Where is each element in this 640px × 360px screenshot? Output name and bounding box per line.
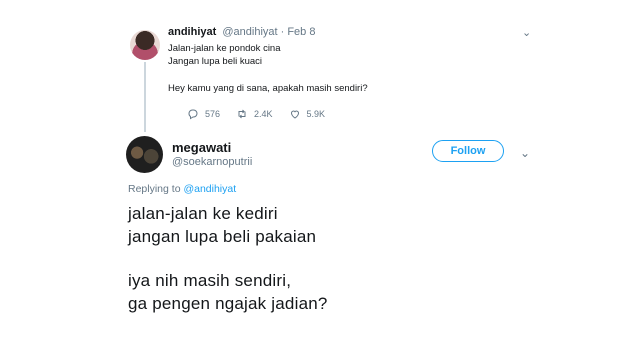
parent-tweet-header: andihiyat @andihiyat · Feb 8 — [168, 26, 315, 38]
parent-text-line-2: Jangan lupa beli kuaci — [168, 56, 263, 67]
replying-mention-link[interactable]: @andihiyat — [183, 183, 236, 195]
reply-action[interactable]: 576 — [187, 108, 220, 120]
reply-text-line-4: ga pengen ngajak jadian? — [128, 294, 328, 313]
chevron-down-icon[interactable]: ⌄ — [522, 26, 531, 39]
parent-tweet-text: Jalan-jalan ke pondok cina Jangan lupa b… — [168, 42, 368, 95]
reply-text-line-2: jangan lupa beli pakaian — [128, 227, 317, 246]
retweet-count: 2.4K — [254, 109, 273, 119]
reply-count: 576 — [205, 109, 221, 119]
replying-to-line: Replying to @andihiyat — [128, 183, 236, 195]
reply-text-line-1: jalan-jalan ke kediri — [128, 204, 278, 223]
like-action[interactable]: 5.9K — [289, 108, 326, 120]
parent-avatar[interactable] — [130, 30, 160, 60]
reply-handle[interactable]: @soekarnoputrii — [172, 156, 252, 168]
retweet-icon — [238, 109, 246, 119]
parent-text-line-3: Hey kamu yang di sana, apakah masih send… — [168, 83, 368, 94]
thread-connector-line — [144, 62, 146, 132]
retweet-action[interactable]: 2.4K — [236, 108, 273, 120]
replying-prefix: Replying to — [128, 183, 181, 195]
follow-button[interactable]: Follow — [432, 140, 504, 162]
parent-handle-and-date[interactable]: @andihiyat · Feb 8 — [222, 26, 315, 38]
reply-avatar[interactable] — [126, 136, 163, 173]
heart-icon — [290, 110, 299, 119]
chevron-down-icon[interactable]: ⌄ — [520, 146, 530, 160]
reply-display-name[interactable]: megawati — [172, 140, 231, 155]
like-count: 5.9K — [306, 109, 326, 119]
reply-icon — [188, 109, 198, 120]
parent-display-name[interactable]: andihiyat — [168, 26, 216, 38]
reply-text-line-3: iya nih masih sendiri, — [128, 271, 292, 290]
reply-tweet-text: jalan-jalan ke kediri jangan lupa beli p… — [128, 202, 328, 315]
parent-text-line-1: Jalan-jalan ke pondok cina — [168, 43, 281, 54]
parent-tweet-actions: 576 2.4K 5.9K — [187, 108, 341, 120]
